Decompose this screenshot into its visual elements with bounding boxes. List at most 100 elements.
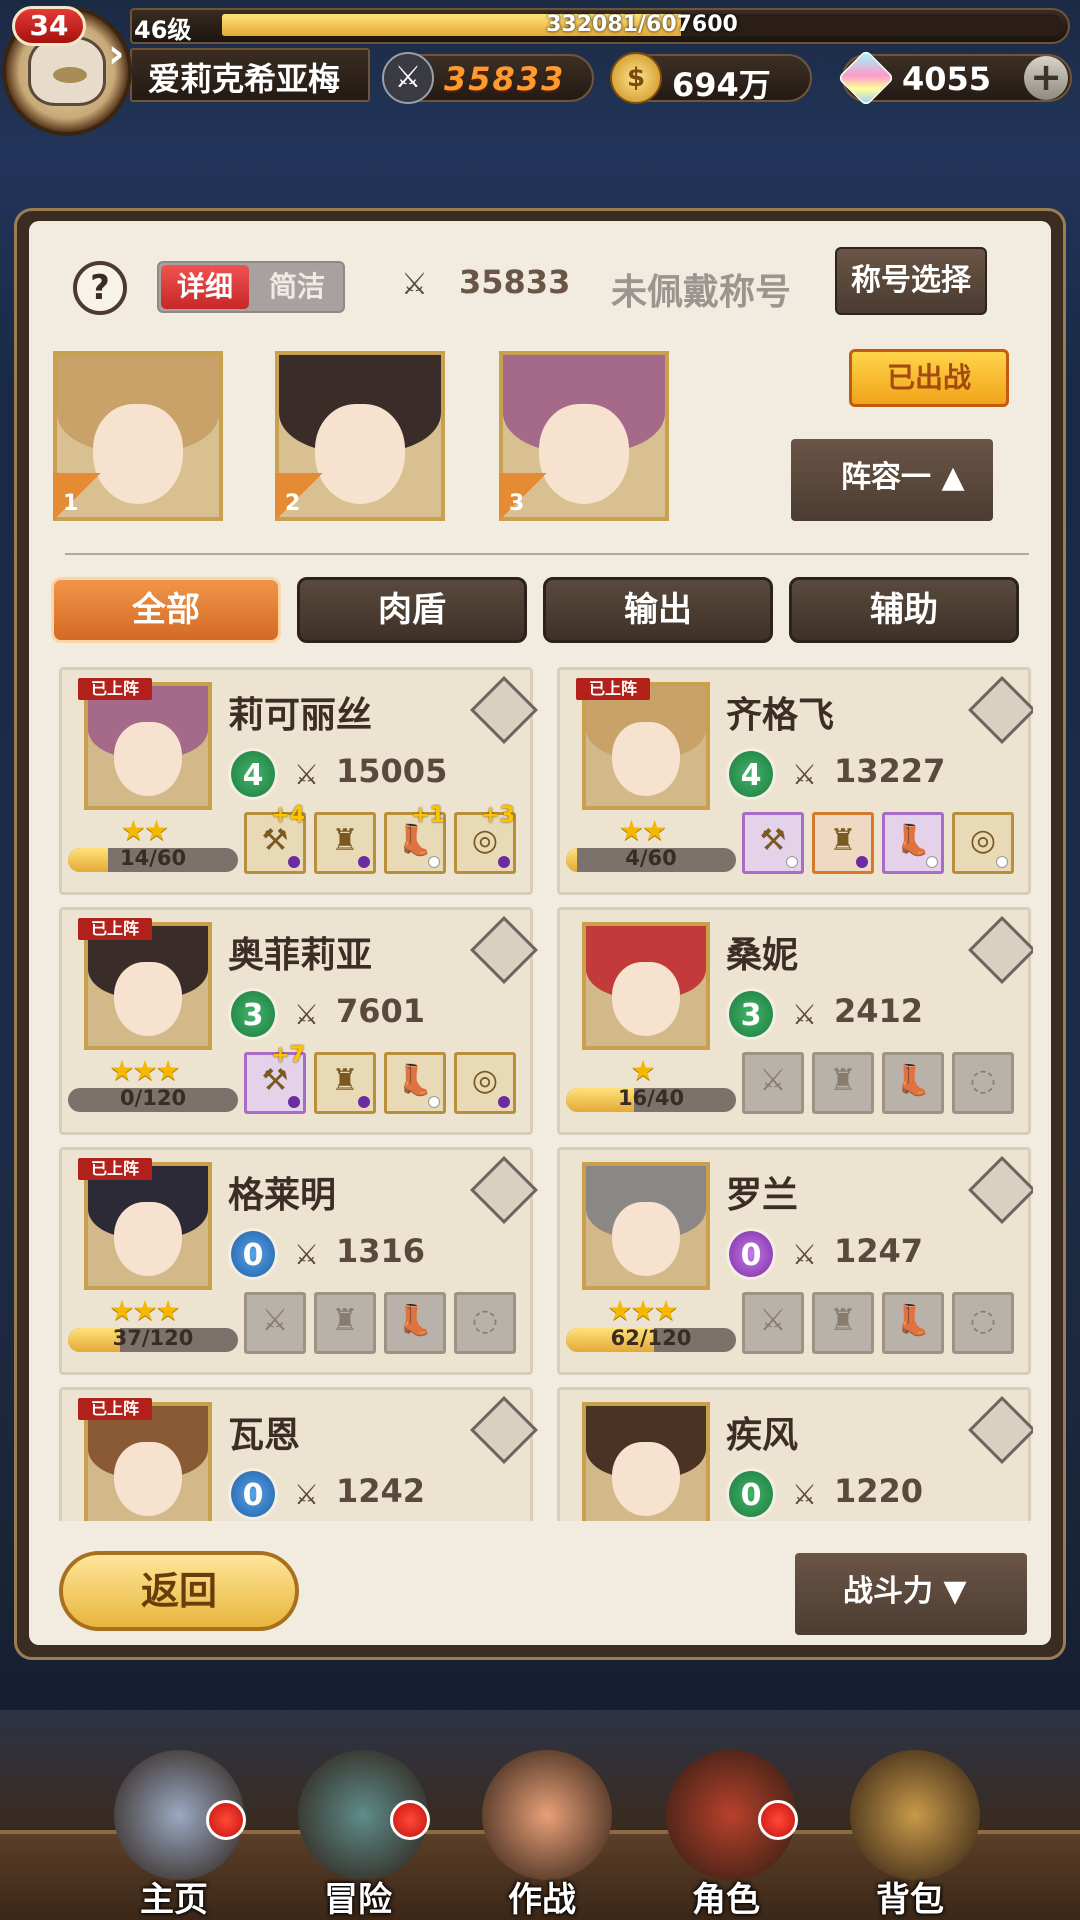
hero-card[interactable]: 已上阵 瓦恩 0 ⚔ 1242 (59, 1387, 538, 1521)
empty-equipment-slot[interactable]: ◌ (454, 1292, 516, 1354)
hero-power: 7601 (336, 992, 426, 1030)
hero-card[interactable]: 已上阵 莉可丽丝 4 ⚔ 15005 ★★ 14/60 ⚒ +4 ♜ 👢 +1 ◎ +3 (59, 667, 538, 895)
shard-progress-text: 16/40 (617, 1086, 685, 1110)
hero-name: 莉可丽丝 (228, 695, 373, 736)
hero-portrait[interactable] (84, 1162, 212, 1290)
chevron-right-icon[interactable]: › (108, 32, 142, 76)
nav-gate[interactable]: 冒险 (268, 1710, 448, 1920)
empty-equipment-slot[interactable]: 👢 (882, 1052, 944, 1114)
crossed-swords-icon: ⚔ (792, 998, 818, 1031)
view-simple-option[interactable]: 简洁 (253, 265, 341, 309)
empty-equipment-slot[interactable]: ◌ (952, 1052, 1014, 1114)
enhance-level: +3 (481, 803, 515, 828)
hero-card[interactable]: 已上阵 奥菲莉亚 3 ⚔ 7601 ★★★ 0/120 ⚒ +7 ♜ 👢 ◎ (59, 907, 538, 1135)
hero-detail-icon[interactable] (470, 916, 538, 984)
equipment-slot[interactable]: ♜ (812, 812, 874, 874)
equipment-slot[interactable]: ♜ (314, 1052, 376, 1114)
title-status-text: 未佩戴称号 (611, 272, 792, 313)
hero-detail-icon[interactable] (968, 1396, 1033, 1464)
gem-socket (926, 856, 938, 868)
empty-equipment-slot[interactable]: ⚔ (742, 1292, 804, 1354)
equipment-slot[interactable]: 👢 (384, 1052, 446, 1114)
empty-equipment-slot[interactable]: 👢 (882, 1292, 944, 1354)
add-gems-button[interactable]: + (1024, 56, 1068, 100)
crossed-swords-icon: ⚔ (792, 1478, 818, 1511)
gem-socket (996, 856, 1008, 868)
equipment-slot[interactable]: ⚒ +4 (244, 803, 306, 874)
hero-power: 1242 (336, 1472, 426, 1510)
team-slot-3[interactable]: 3 (499, 351, 669, 521)
gem-socket (358, 856, 370, 868)
view-detail-option[interactable]: 详细 (161, 265, 249, 309)
deployed-tag: 已上阵 (78, 918, 152, 940)
tab-tank[interactable]: 肉盾 (297, 577, 527, 643)
equipment-slot[interactable]: 👢 (882, 812, 944, 874)
equipment-slot[interactable]: 👢 +1 (384, 803, 446, 874)
tab-all[interactable]: 全部 (51, 577, 281, 643)
equipment-slot[interactable]: ◎ (454, 1052, 516, 1114)
class-level-badge: 0 (228, 1468, 278, 1520)
equipment-icon: ♜ (829, 1303, 857, 1338)
sort-button[interactable]: 战斗力 ▼ (795, 1553, 1027, 1635)
empty-equipment-slot[interactable]: ♜ (812, 1292, 874, 1354)
hero-card[interactable]: 已上阵 格莱明 0 ⚔ 1316 ★★★ 37/120 ⚔ ♜ 👢 ◌ (59, 1147, 538, 1375)
hero-detail-icon[interactable] (470, 1396, 538, 1464)
empty-equipment-slot[interactable]: ♜ (314, 1292, 376, 1354)
hero-portrait[interactable] (582, 922, 710, 1050)
hero-portrait[interactable] (582, 1402, 710, 1521)
empty-equipment-slot[interactable]: ⚔ (244, 1292, 306, 1354)
equipment-slot[interactable]: ⚒ (742, 812, 804, 874)
nav-castle[interactable]: 主页 (84, 1710, 264, 1920)
hero-card[interactable]: 罗兰 0 ⚔ 1247 ★★★ 62/120 ⚔ ♜ 👢 ◌ (557, 1147, 1033, 1375)
nav-backpack[interactable]: 背包 (820, 1710, 1000, 1920)
empty-equipment-slot[interactable]: ◌ (952, 1292, 1014, 1354)
equipment-icon: ♜ (829, 1063, 857, 1098)
hero-portrait[interactable] (582, 682, 710, 810)
hero-card[interactable]: 疾风 0 ⚔ 1220 (557, 1387, 1033, 1521)
portrait-face (612, 962, 680, 1037)
hero-stars: ★★ (120, 814, 169, 847)
equipment-icon: ♜ (331, 1303, 359, 1338)
view-mode-toggle[interactable]: 详细 简洁 (157, 261, 345, 313)
avatar-face (28, 36, 106, 106)
equipment-icon: 👢 (894, 823, 932, 858)
tab-support[interactable]: 辅助 (789, 577, 1019, 643)
hero-card[interactable]: 桑妮 3 ⚔ 2412 ★ 16/40 ⚔ ♜ 👢 ◌ (557, 907, 1033, 1135)
lineup-select-button[interactable]: 阵容一 ▲ (791, 439, 993, 521)
hero-portrait[interactable] (84, 922, 212, 1050)
help-button[interactable]: ? (73, 261, 127, 315)
crossed-swords-icon: ⚔ (294, 998, 320, 1031)
player-name: 爱莉克希亚梅 (148, 60, 341, 98)
back-button[interactable]: 返回 (59, 1551, 299, 1631)
hero-power: 2412 (834, 992, 924, 1030)
title-select-button[interactable]: 称号选择 (835, 247, 987, 315)
hero-detail-icon[interactable] (470, 676, 538, 744)
hero-list[interactable]: 已上阵 莉可丽丝 4 ⚔ 15005 ★★ 14/60 ⚒ +4 ♜ 👢 +1 ◎ +3 已上阵 齐格飞 4 ⚔ 1… (59, 667, 1033, 1521)
equipment-slot[interactable]: ◎ +3 (454, 803, 516, 874)
hero-detail-icon[interactable] (968, 916, 1033, 984)
hero-card[interactable]: 已上阵 齐格飞 4 ⚔ 13227 ★★ 4/60 ⚒ ♜ 👢 ◎ (557, 667, 1033, 895)
equipment-slot[interactable]: ◎ (952, 812, 1014, 874)
equipment-slot[interactable]: ♜ (314, 812, 376, 874)
tab-dps[interactable]: 输出 (543, 577, 773, 643)
empty-equipment-slot[interactable]: ⚔ (742, 1052, 804, 1114)
crossed-swords-icon: ⚔ (382, 52, 434, 104)
hero-portrait[interactable] (582, 1162, 710, 1290)
team-slot-1[interactable]: 1 (53, 351, 223, 521)
empty-equipment-slot[interactable]: ♜ (812, 1052, 874, 1114)
hero-detail-icon[interactable] (470, 1156, 538, 1224)
nav-book[interactable]: 角色 (636, 1710, 816, 1920)
equipment-icon: ◎ (969, 823, 997, 858)
hero-detail-icon[interactable] (968, 676, 1033, 744)
hero-portrait[interactable] (84, 682, 212, 810)
notification-dot (206, 1800, 246, 1840)
equipment-icon: 👢 (396, 1063, 434, 1098)
empty-equipment-slot[interactable]: 👢 (384, 1292, 446, 1354)
hero-detail-icon[interactable] (968, 1156, 1033, 1224)
team-slot-2[interactable]: 2 (275, 351, 445, 521)
equipment-slot[interactable]: ⚒ +7 (244, 1043, 306, 1114)
hero-stars: ★ (630, 1054, 655, 1087)
nav-warrior[interactable]: 作战 (452, 1710, 632, 1920)
triangle-down-icon: ▼ (943, 1574, 967, 1609)
gold-display: $ 694万 (610, 52, 812, 104)
